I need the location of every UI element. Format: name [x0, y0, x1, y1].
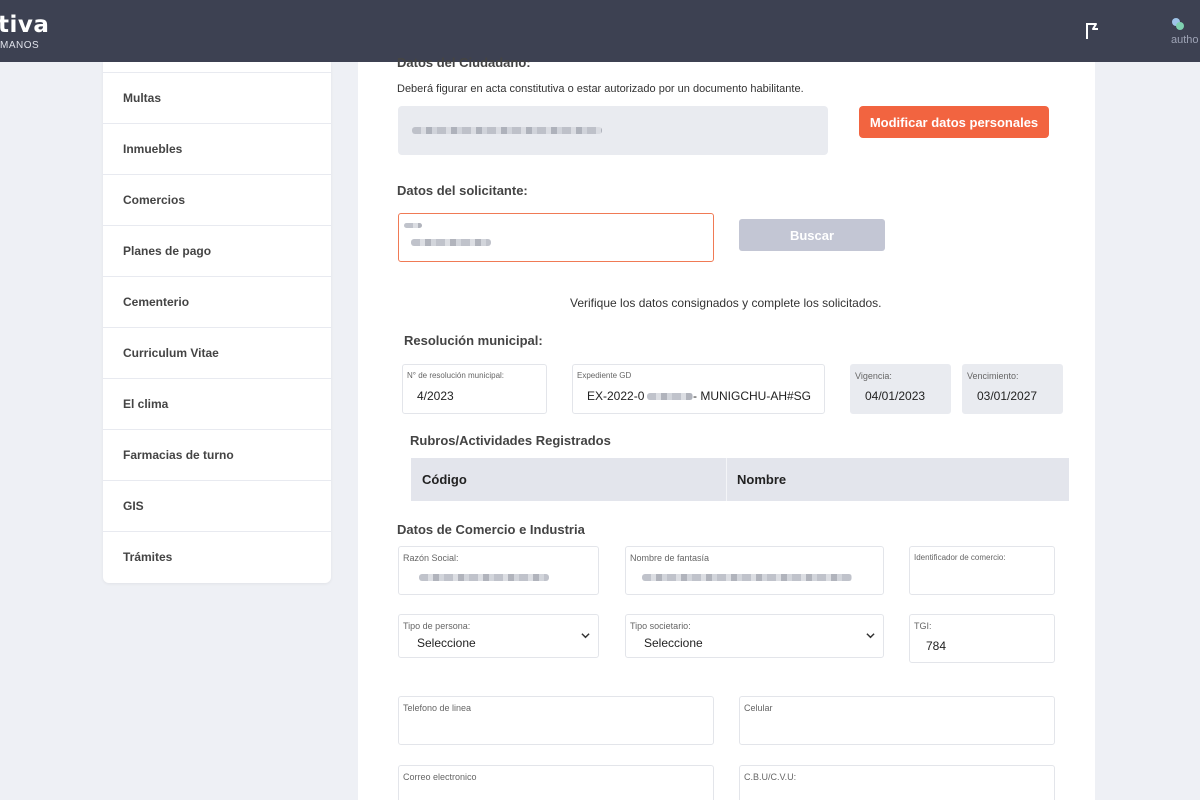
vencimiento-label: Vencimiento:	[967, 371, 1019, 381]
tipo-persona-label: Tipo de persona:	[403, 621, 471, 631]
sidebar-item-tramites[interactable]: Trámites	[103, 531, 331, 582]
tgi-label: TGI:	[914, 621, 932, 631]
modify-personal-data-button[interactable]: Modificar datos personales	[859, 106, 1049, 138]
redacted-razon-social	[419, 574, 549, 581]
sidebar-item-label: Comercios	[123, 193, 186, 207]
expediente-suffix: - MUNIGCHU-AH#SG	[693, 389, 812, 403]
expediente-field[interactable]: Expediente GD EX-2022-0 - MUNIGCHU-AH#SG	[572, 364, 825, 414]
sidebar-item-label: GIS	[123, 499, 144, 513]
search-button[interactable]: Buscar	[739, 219, 885, 251]
nombre-fantasia-field[interactable]: Nombre de fantasía	[625, 546, 884, 595]
tipo-societario-select[interactable]: Tipo societario: Seleccione	[625, 614, 884, 658]
resolucion-title: Resolución municipal:	[404, 333, 543, 348]
solicitante-input[interactable]	[398, 213, 714, 262]
sidebar-item-planes-de-pago[interactable]: Planes de pago	[103, 225, 331, 276]
celular-field[interactable]: Celular	[739, 696, 1055, 745]
redacted-expediente-number	[647, 393, 693, 400]
user-name: autho	[1171, 34, 1199, 46]
sidebar-item-label: Multas	[123, 91, 162, 105]
ciudadano-title: Datos del Ciudadano:	[397, 55, 531, 70]
sidebar-item-label: Planes de pago	[123, 244, 212, 258]
rubros-table-header: Código Nombre	[411, 458, 1069, 501]
telefono-label: Telefono de linea	[403, 703, 472, 713]
tipo-persona-select[interactable]: Tipo de persona: Seleccione	[398, 614, 599, 658]
sidebar-item-label: Inmuebles	[123, 142, 183, 156]
vencimiento-value: 03/01/2027	[977, 389, 1038, 403]
ciudadano-note: Deberá figurar en acta constitutiva o es…	[397, 83, 804, 95]
vigencia-field: Vigencia: 04/01/2023	[850, 364, 951, 414]
telefono-field[interactable]: Telefono de linea	[398, 696, 714, 745]
redacted-solicitante-value	[411, 239, 491, 246]
brand-subtitle: MANOS	[0, 40, 40, 51]
solicitante-title: Datos del solicitante:	[397, 183, 528, 198]
comercio-title: Datos de Comercio e Industria	[397, 522, 585, 537]
redacted-nombre-fantasia	[642, 574, 852, 581]
nombre-fantasia-label: Nombre de fantasía	[630, 553, 710, 563]
resolution-number-value: 4/2023	[417, 389, 454, 403]
user-menu[interactable]: autho	[1168, 15, 1200, 51]
redacted-citizen-data	[412, 127, 602, 134]
chevron-down-icon	[581, 633, 590, 639]
sidebar-item-label: Farmacias de turno	[123, 448, 234, 462]
razon-social-field[interactable]: Razón Social:	[398, 546, 599, 595]
column-header-nombre[interactable]: Nombre	[737, 472, 786, 487]
sidebar-item-inmuebles[interactable]: Inmuebles	[103, 123, 331, 174]
sidebar-item-cementerio[interactable]: Cementerio	[103, 276, 331, 327]
ciudadano-data-box	[398, 106, 828, 155]
resolution-number-field[interactable]: N° de resolución municipal: 4/2023	[402, 364, 547, 414]
vencimiento-field: Vencimiento: 03/01/2027	[962, 364, 1063, 414]
cbu-field[interactable]: C.B.U/C.V.U:	[739, 765, 1055, 800]
sidebar-item-label: Trámites	[123, 550, 173, 564]
identificador-comercio-field[interactable]: Identificador de comercio:	[909, 546, 1055, 595]
avatar-icon	[1172, 18, 1184, 30]
expediente-label: Expediente GD	[577, 371, 632, 380]
sidebar-item-gis[interactable]: GIS	[103, 480, 331, 531]
sidebar-item-multas[interactable]: Multas	[103, 72, 331, 123]
vigencia-label: Vigencia:	[855, 371, 892, 381]
razon-social-label: Razón Social:	[403, 553, 459, 563]
tipo-societario-label: Tipo societario:	[630, 621, 691, 631]
cbu-label: C.B.U/C.V.U:	[744, 772, 797, 782]
top-bar: tiva MANOS autho	[0, 0, 1200, 62]
correo-label: Correo electronico	[403, 772, 477, 782]
chevron-down-icon	[866, 633, 875, 639]
redacted-label	[404, 223, 422, 228]
resolution-number-label: N° de resolución municipal:	[407, 371, 505, 380]
vigencia-value: 04/01/2023	[865, 389, 926, 403]
column-header-codigo[interactable]: Código	[422, 472, 467, 487]
sidebar-item-comercios[interactable]: Comercios	[103, 174, 331, 225]
column-divider	[726, 458, 727, 501]
identificador-comercio-label: Identificador de comercio:	[914, 553, 1006, 562]
expediente-prefix: EX-2022-0	[587, 389, 645, 403]
sidebar-item-farmacias-de-turno[interactable]: Farmacias de turno	[103, 429, 331, 480]
celular-label: Celular	[744, 703, 773, 713]
sidebar-item-label: Cementerio	[123, 295, 190, 309]
sidebar-item-label: El clima	[123, 397, 169, 411]
sidebar-item-label: Curriculum Vitae	[123, 346, 219, 360]
sidebar-item-curriculum-vitae[interactable]: Curriculum Vitae	[103, 327, 331, 378]
flag-icon[interactable]	[1083, 21, 1101, 41]
tgi-field[interactable]: TGI: 784	[909, 614, 1055, 663]
tipo-persona-value: Seleccione	[417, 636, 476, 650]
brand-logo[interactable]: tiva	[0, 12, 49, 38]
tgi-value: 784	[926, 639, 947, 653]
sidebar: Multas Inmuebles Comercios Planes de pag…	[103, 62, 331, 583]
main-form-panel: Datos del Ciudadano: Deberá figurar en a…	[358, 55, 1095, 800]
rubros-title: Rubros/Actividades Registrados	[410, 433, 611, 448]
tipo-societario-value: Seleccione	[644, 636, 703, 650]
correo-field[interactable]: Correo electronico	[398, 765, 714, 800]
verify-note: Verifique los datos consignados y comple…	[570, 296, 882, 310]
sidebar-item-el-clima[interactable]: El clima	[103, 378, 331, 429]
